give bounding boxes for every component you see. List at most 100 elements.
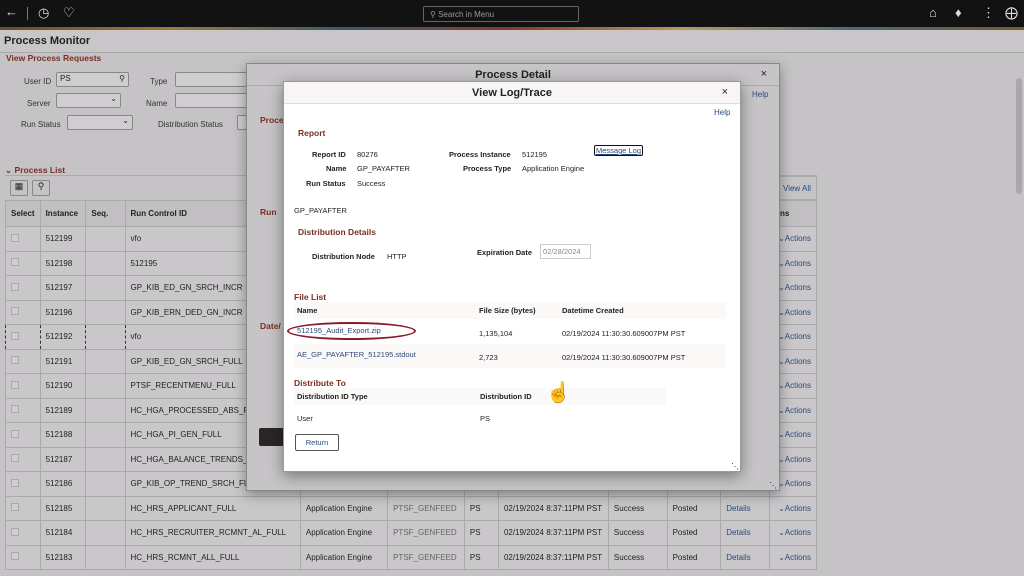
select-checkbox[interactable] (11, 454, 19, 462)
run-control: HC_HGA_PROCESSED_ABS_FU (131, 406, 255, 415)
select-checkbox[interactable] (11, 283, 19, 291)
user-id-value: PS (60, 74, 71, 83)
actions[interactable]: Actions (785, 283, 811, 292)
server-select[interactable]: ⌄ (56, 93, 121, 108)
empty-cell (86, 227, 125, 252)
process-name-cell: PTSF_GENFEED (388, 521, 465, 546)
table-row[interactable]: 512185HC_HRS_APPLICANT_FULLApplication E… (6, 496, 817, 521)
process-type: Application Engine (306, 504, 372, 513)
personalize-grid-button[interactable]: ▦ (10, 180, 28, 196)
message-log-link[interactable]: Message Log (594, 145, 643, 156)
column-header[interactable]: Instance (40, 201, 86, 227)
find-button[interactable]: ⚲ (32, 180, 50, 196)
select-checkbox[interactable] (11, 479, 19, 487)
actions[interactable]: Actions (785, 455, 811, 464)
instance: 512186 (46, 479, 73, 488)
actions[interactable]: Actions (785, 332, 811, 341)
column-header[interactable]: Seq. (86, 201, 125, 227)
instance: 512189 (46, 406, 73, 415)
table-row[interactable]: 512183HC_HRS_RCMNT_ALL_FULLApplication E… (6, 545, 817, 570)
close-icon[interactable]: × (722, 86, 728, 98)
page-scrollbar[interactable] (1016, 78, 1022, 194)
distribute-header: Distribution ID Type Distribution ID (294, 388, 666, 405)
actions[interactable]: Actions (785, 528, 811, 537)
select-checkbox[interactable] (11, 381, 19, 389)
actions[interactable]: Actions (785, 430, 811, 439)
select-cell (6, 325, 41, 350)
file-link-stdout[interactable]: AE_GP_PAYAFTER_512195.stdout (297, 350, 416, 359)
instance: 512183 (46, 553, 73, 562)
more-options-icon[interactable]: ⋮ (982, 5, 995, 21)
process-detail-help-link[interactable]: Help (752, 90, 768, 99)
search-input[interactable]: ⚲ Search in Menu (423, 6, 579, 22)
back-arrow-icon[interactable]: ← (5, 4, 18, 19)
name-input[interactable] (175, 93, 247, 108)
view-log-trace-modal: View Log/Trace × Help Report Report ID 8… (283, 81, 741, 472)
dist-status-cell: Posted (667, 545, 721, 570)
resize-handle-icon[interactable]: ⋱ (769, 481, 777, 490)
instance-cell: 512196 (40, 300, 86, 325)
run-control: HC_HRS_RCMNT_ALL_FULL (131, 553, 240, 562)
distribution-details-heading: Distribution Details (298, 227, 376, 237)
select-checkbox[interactable] (11, 528, 19, 536)
run-control: HC_HGA_PI_GEN_FULL (131, 430, 222, 439)
process-name: PTSF_GENFEED (393, 504, 457, 513)
select-checkbox[interactable] (11, 356, 19, 364)
view-all-label: View All (783, 184, 811, 193)
actions[interactable]: Actions (785, 234, 811, 243)
return-button[interactable]: Return (295, 434, 339, 451)
select-checkbox[interactable] (11, 332, 19, 340)
select-checkbox[interactable] (11, 405, 19, 413)
type-select[interactable] (175, 72, 247, 87)
run-status-cell: Success (608, 545, 667, 570)
actions[interactable]: Actions (785, 504, 811, 513)
details[interactable]: Details (726, 504, 750, 513)
help-link[interactable]: Help (714, 108, 730, 117)
select-checkbox[interactable] (11, 234, 19, 242)
resize-handle-icon[interactable]: ⋱ (731, 462, 739, 471)
navbar-compass-icon[interactable]: ⨁ (1005, 5, 1018, 21)
instance: 512187 (46, 455, 73, 464)
distribution-id-value: PS (480, 414, 490, 423)
select-checkbox[interactable] (11, 503, 19, 511)
view-log-trace-title: View Log/Trace (284, 82, 740, 104)
user-id-input[interactable]: PS ⚲ (56, 72, 129, 87)
empty-cell (86, 496, 125, 521)
actions[interactable]: Actions (785, 308, 811, 317)
column-header-distribution-id: Distribution ID (480, 392, 532, 401)
run-status-select[interactable]: ⌄ (67, 115, 133, 130)
actions[interactable]: Actions (785, 381, 811, 390)
actions[interactable]: Actions (785, 259, 811, 268)
report-id-value: 80276 (357, 150, 378, 159)
file-list-heading: File List (294, 292, 326, 302)
actions[interactable]: Actions (785, 479, 811, 488)
select-checkbox[interactable] (11, 258, 19, 266)
actions[interactable]: Actions (785, 357, 811, 366)
home-icon[interactable]: ⌂ (929, 5, 937, 20)
column-header[interactable]: Select (6, 201, 41, 227)
lookup-search-icon[interactable]: ⚲ (119, 74, 125, 83)
actions[interactable]: Actions (785, 406, 811, 415)
notifications-bell-icon[interactable]: ♦ (955, 5, 962, 20)
select-checkbox[interactable] (11, 430, 19, 438)
run-control: HC_HGA_BALANCE_TRENDS_FU (131, 455, 259, 464)
details[interactable]: Details (726, 553, 750, 562)
favorites-heart-icon[interactable]: ♡ (63, 5, 75, 21)
close-icon[interactable]: × (761, 68, 767, 80)
user: PS (470, 504, 481, 513)
instance: 512197 (46, 283, 73, 292)
chevron-down-icon: ⌄ (778, 528, 785, 537)
select-cell (6, 447, 41, 472)
process-name: PTSF_GENFEED (393, 553, 457, 562)
server-label: Server (27, 99, 51, 108)
view-all-link[interactable]: View All (778, 176, 817, 200)
details[interactable]: Details (726, 528, 750, 537)
select-checkbox[interactable] (11, 307, 19, 315)
select-checkbox[interactable] (11, 552, 19, 560)
run-status: Success (614, 528, 644, 537)
highlight-ellipse (287, 322, 416, 340)
history-clock-icon[interactable]: ◷ (38, 5, 49, 21)
table-row[interactable]: 512184HC_HRS_RECRUITER_RCMNT_AL_FULLAppl… (6, 521, 817, 546)
actions[interactable]: Actions (785, 553, 811, 562)
distribute-to-heading: Distribute To (294, 378, 346, 388)
